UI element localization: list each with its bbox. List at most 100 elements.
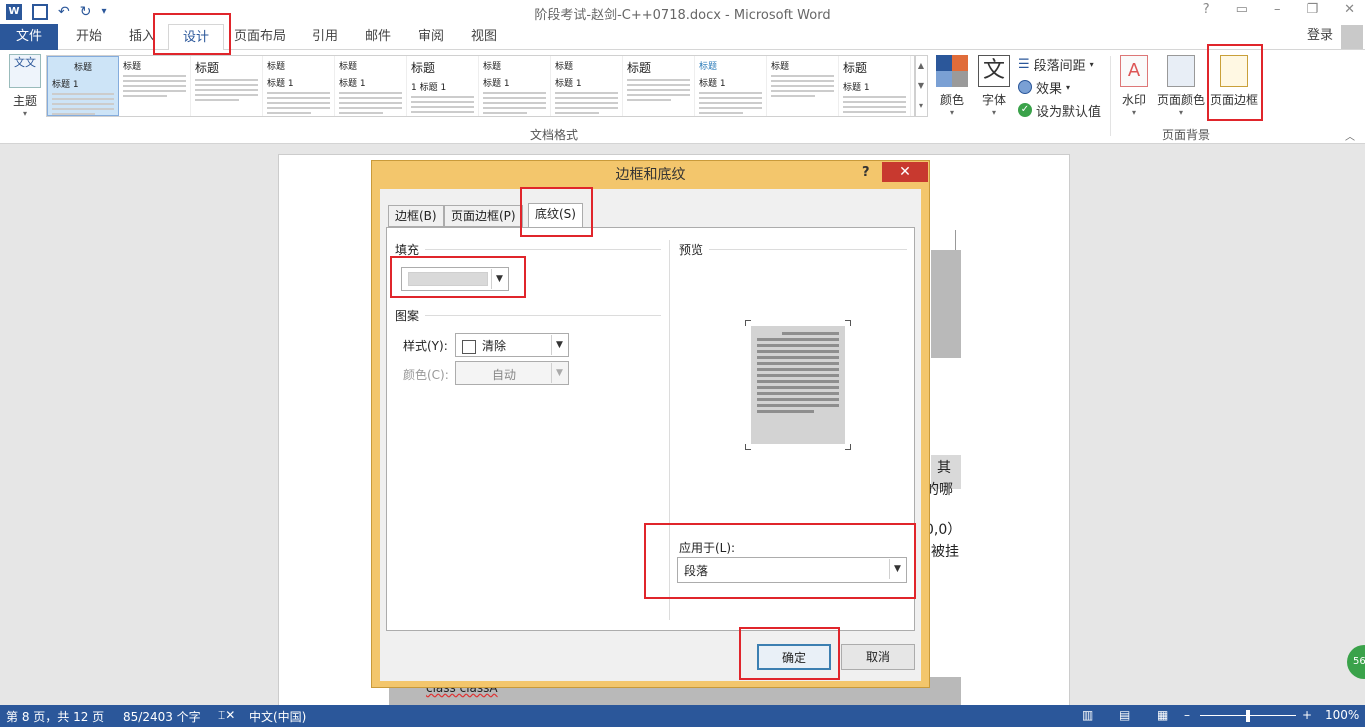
collapse-ribbon-icon[interactable]: ︿ (1345, 128, 1355, 143)
style-thumbnail-title: 标题 (699, 62, 718, 72)
cancel-button[interactable]: 取消 (841, 644, 915, 670)
style-thumbnail-line (843, 106, 906, 108)
style-thumbnail-subtitle: 标题 1 (339, 79, 366, 89)
style-thumbnail-line (339, 107, 402, 109)
fill-color-swatch (408, 272, 488, 286)
style-thumbnail-line (771, 85, 834, 87)
style-thumbnail[interactable]: 标题 (119, 56, 191, 116)
floating-badge-icon[interactable]: 56 (1347, 645, 1365, 679)
zoom-in-icon[interactable]: + (1302, 708, 1312, 722)
page-borders-button[interactable]: 页面边框 (1209, 55, 1259, 108)
style-thumbnail[interactable]: 标题 标题 1 (47, 56, 119, 116)
tab-mailings[interactable]: 邮件 (365, 24, 391, 50)
set-default-label: 设为默认值 (1036, 104, 1102, 120)
style-thumbnail-line (627, 94, 690, 96)
style-thumbnail[interactable]: 标题 标题 1 (263, 56, 335, 116)
dialog-help-icon[interactable]: ? (862, 165, 870, 180)
style-label: 样式(Y): (403, 339, 448, 353)
divider (425, 249, 661, 250)
style-thumbnail[interactable]: 标题 标题 1 (479, 56, 551, 116)
paragraph-spacing-label: 段落间距 (1033, 58, 1086, 74)
fonts-button[interactable]: 文 字体 ▾ (976, 55, 1012, 117)
tab-shading[interactable]: 底纹(S) (528, 203, 583, 227)
style-thumbnail-line (771, 80, 834, 82)
effects-button[interactable]: 效果 ▾ (1018, 78, 1101, 97)
colors-button[interactable]: 颜色 ▾ (934, 55, 970, 117)
style-thumbnail[interactable]: 标题 标题 1 (551, 56, 623, 116)
style-thumbnail[interactable]: 标题 (191, 56, 263, 116)
style-thumbnail-line (699, 97, 762, 99)
check-icon: ✓ (1018, 103, 1032, 117)
style-thumbnail-title: 标题 (555, 62, 574, 72)
watermark-button[interactable]: A 水印 ▾ (1118, 55, 1150, 117)
apply-to-dropdown[interactable]: 段落 ▼ (677, 557, 907, 583)
web-layout-icon[interactable]: ▦ (1157, 708, 1168, 722)
preview-corner (845, 320, 851, 326)
style-thumbnail[interactable]: 标题 (623, 56, 695, 116)
doc-text-fragment: 其 (937, 460, 951, 476)
style-thumbnail[interactable]: 标题 1 标题 1 (407, 56, 479, 116)
print-layout-icon[interactable]: ▤ (1119, 708, 1130, 722)
tab-design[interactable]: 设计 (168, 24, 225, 51)
style-thumbnail-line (123, 95, 168, 97)
dialog-close-button[interactable]: ✕ (882, 162, 928, 182)
language[interactable]: 中文(中国) (249, 708, 306, 725)
preview-line (757, 392, 839, 395)
style-thumbnail[interactable]: 标题 标题 1 (335, 56, 407, 116)
tab-page-border[interactable]: 页面边框(P) (444, 205, 523, 227)
style-thumbnail-line (339, 102, 402, 104)
preview-line (757, 338, 839, 341)
page-indicator[interactable]: 第 8 页，共 12 页 (6, 708, 104, 725)
colors-label: 颜色 (939, 93, 964, 107)
fill-color-dropdown[interactable]: ▼ (401, 267, 509, 291)
tab-references[interactable]: 引用 (312, 24, 338, 50)
style-thumbnail-line (699, 107, 762, 109)
minimize-icon[interactable]: – (1274, 2, 1281, 17)
login-link[interactable]: 登录 (1307, 24, 1333, 48)
close-window-icon[interactable]: ✕ (1344, 2, 1355, 17)
set-default-button[interactable]: ✓ 设为默认值 (1018, 101, 1102, 120)
tab-borders[interactable]: 边框(B) (388, 205, 444, 227)
pattern-style-value-wrap: 清除 (462, 337, 506, 354)
format-commands: ☰ 段落间距 ▾ 效果 ▾ ✓ 设为默认值 (1018, 55, 1102, 120)
restore-icon[interactable]: ❐ (1306, 2, 1318, 17)
style-thumbnail[interactable]: 标题 标题 1 (839, 56, 911, 116)
avatar[interactable] (1341, 25, 1363, 49)
themes-button[interactable]: 文文 主题 ▾ (6, 54, 44, 118)
read-mode-icon[interactable]: ▥ (1082, 708, 1093, 722)
style-thumbnail-title: 标题 (123, 62, 142, 72)
page-color-button[interactable]: 页面颜色 ▾ (1156, 55, 1206, 117)
doc-text-fragment: 被挂 (931, 544, 959, 560)
zoom-slider-thumb[interactable] (1246, 710, 1250, 722)
style-thumbnail-title: 标题 (411, 61, 436, 75)
style-thumbnail-line (123, 80, 186, 82)
ribbon-display-icon[interactable]: ▭ (1236, 2, 1248, 17)
help-icon[interactable]: ? (1203, 2, 1210, 17)
style-thumbnail-subtitle: 标题 1 (843, 83, 870, 93)
paragraph-spacing-button[interactable]: ☰ 段落间距 ▾ (1018, 55, 1101, 74)
gallery-scroll[interactable]: ▲ ▼ ▾ (914, 55, 928, 117)
tab-home[interactable]: 开始 (76, 24, 102, 50)
pattern-style-dropdown[interactable]: 清除 ▼ (455, 333, 569, 357)
themes-dropdown-icon: ▾ (22, 109, 27, 118)
proofing-icon[interactable]: ⌶✕ (218, 708, 235, 723)
tab-insert[interactable]: 插入 (129, 24, 155, 50)
chevron-down-icon: ▼ (889, 559, 905, 579)
zoom-out-icon[interactable]: – (1184, 708, 1190, 722)
style-thumbnail-line (627, 99, 672, 101)
preview-area[interactable] (751, 326, 845, 444)
style-thumbnail-line (483, 112, 528, 114)
tab-layout[interactable]: 页面布局 (234, 24, 286, 50)
tab-review[interactable]: 审阅 (418, 24, 444, 50)
style-thumbnail-subtitle: 标题 1 (483, 79, 510, 89)
word-count[interactable]: 85/2403 个字 (123, 708, 201, 725)
ok-button[interactable]: 确定 (757, 644, 831, 670)
tab-file[interactable]: 文件 (0, 24, 58, 50)
style-thumbnail-line (339, 92, 402, 94)
style-thumbnail[interactable]: 标题 标题 1 (695, 56, 767, 116)
tab-view[interactable]: 视图 (471, 24, 497, 50)
divider (709, 249, 907, 250)
style-thumbnail[interactable]: 标题 (767, 56, 839, 116)
zoom-level[interactable]: 100% (1325, 708, 1359, 722)
window-controls: ? ▭ – ❐ ✕ (1203, 2, 1355, 17)
